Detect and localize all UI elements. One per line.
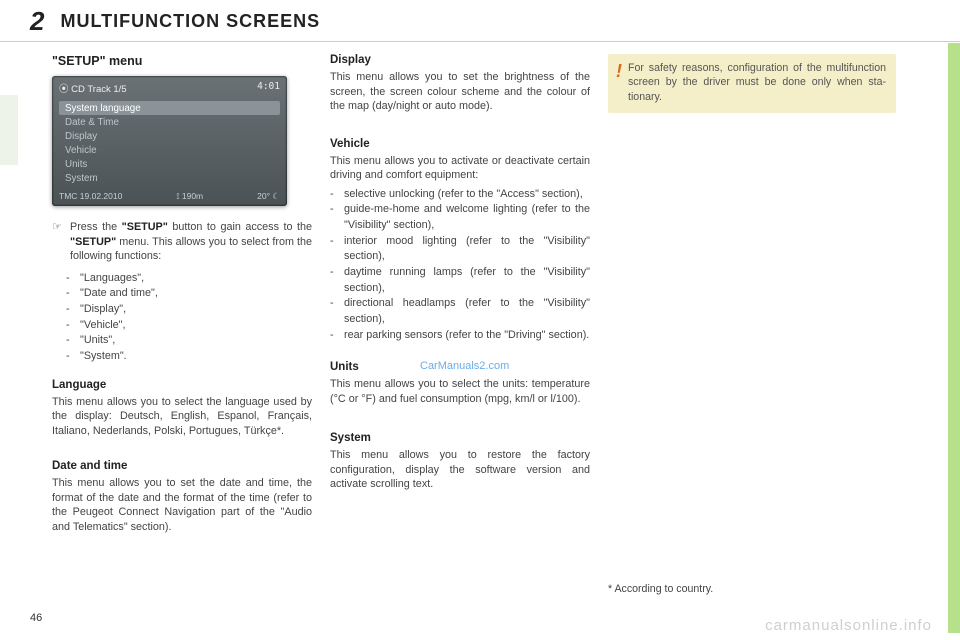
setup-menu-title: "SETUP" menu [52,54,312,68]
system-title: System [330,432,590,444]
page-number: 46 [30,612,42,624]
language-title: Language [52,379,312,391]
display-title: Display [330,54,590,66]
screenshot-item: Date & Time [59,115,280,129]
vehicle-equipment-list: -selective unlocking (refer to the "Acce… [330,187,590,343]
right-accent-bar [948,43,960,633]
language-body: This menu allows you to select the lan­g… [52,395,312,439]
list-item: -"Date and time", [52,286,312,302]
list-item: -directional headlamps (refer to the "Vi… [330,296,590,327]
units-body: This menu allows you to select the units… [330,377,590,406]
t: "SETUP" [122,221,168,233]
list-item: -daytime running lamps (refer to the "Vi… [330,265,590,296]
screenshot-time: 4:01 [257,81,280,95]
watermark-footer: carmanualsonline.info [765,617,932,634]
left-edge-tab [0,95,18,165]
list-text: "Units", [80,333,115,349]
screenshot-temp: 20° ☾ [257,191,280,202]
column-2: Display This menu allows you to set the … [330,54,590,595]
setup-intro-text: Press the "SETUP" button to gain access … [70,220,312,264]
list-text: selective unlocking (refer to the "Acces… [344,187,583,203]
list-text: rear parking sensors (refer to the "Driv… [344,328,589,344]
screenshot-bottom-bar: TMC 19.02.2010 ⟟ 190m 20° ☾ [59,191,280,202]
list-text: daytime running lamps (refer to the "Vis… [344,265,590,296]
safety-warning-box: ! For safety reasons, configuration of t… [608,54,896,113]
t: button to gain access to the [168,221,312,233]
warning-text: For safety reasons, configuration of the… [628,61,886,104]
column-1: "SETUP" menu ⦿ CD Track 1/5 4:01 System … [52,54,312,595]
chapter-number: 2 [30,6,44,37]
chapter-title: MULTIFUNCTION SCREENS [60,11,320,32]
warning-icon: ! [616,62,622,104]
screenshot-item: Vehicle [59,143,280,157]
screenshot-item-selected: System language [59,101,280,115]
list-text: guide-me-home and welcome light­ing (ref… [344,202,590,233]
screenshot-item: Display [59,129,280,143]
list-item: -"Languages", [52,271,312,287]
column-3: ! For safety reasons, configuration of t… [608,54,896,595]
setup-intro: ☞ Press the "SETUP" button to gain acces… [52,220,312,268]
screenshot-item: Units [59,157,280,171]
setup-functions-list: -"Languages", -"Date and time", -"Displa… [52,271,312,365]
list-item: -"Display", [52,302,312,318]
list-item: -selective unlocking (refer to the "Acce… [330,187,590,203]
vehicle-title: Vehicle [330,138,590,150]
list-text: "System". [80,349,127,365]
list-item: -"Vehicle", [52,318,312,334]
list-item: -"System". [52,349,312,365]
list-text: "Vehicle", [80,318,125,334]
date-title: Date and time [52,460,312,472]
list-text: interior mood lighting (refer to the "Vi… [344,234,590,265]
hand-pointer-icon: ☞ [52,220,70,268]
list-item: -interior mood lighting (refer to the "V… [330,234,590,265]
system-body: This menu allows you to restore the fac­… [330,448,590,492]
screenshot-item: System [59,171,280,185]
screenshot-distance: ⟟ 190m [176,191,203,202]
list-text: "Languages", [80,271,144,287]
display-body: This menu allows you to set the bright­n… [330,70,590,114]
setup-menu-screenshot: ⦿ CD Track 1/5 4:01 System language Date… [52,76,287,206]
list-item: -guide-me-home and welcome light­ing (re… [330,202,590,233]
vehicle-intro: This menu allows you to activate or deac… [330,154,590,183]
date-body: This menu allows you to set the date and… [52,476,312,534]
page-header: 2 MULTIFUNCTION SCREENS [0,0,960,42]
screenshot-track: ⦿ CD Track 1/5 [59,81,127,95]
screenshot-date: TMC 19.02.2010 [59,191,122,202]
watermark-inline: CarManuals2.com [420,360,509,372]
list-text: "Display", [80,302,126,318]
content-columns: "SETUP" menu ⦿ CD Track 1/5 4:01 System … [0,42,960,595]
t: Press the [70,221,122,233]
screenshot-menu: System language Date & Time Display Vehi… [59,101,280,185]
list-text: directional headlamps (refer to the "Vis… [344,296,590,327]
country-footnote: * According to country. [608,583,896,595]
screenshot-top-bar: ⦿ CD Track 1/5 4:01 [59,81,280,95]
list-item: -rear parking sensors (refer to the "Dri… [330,328,590,344]
list-item: -"Units", [52,333,312,349]
list-text: "Date and time", [80,286,158,302]
t: "SETUP" [70,236,116,248]
